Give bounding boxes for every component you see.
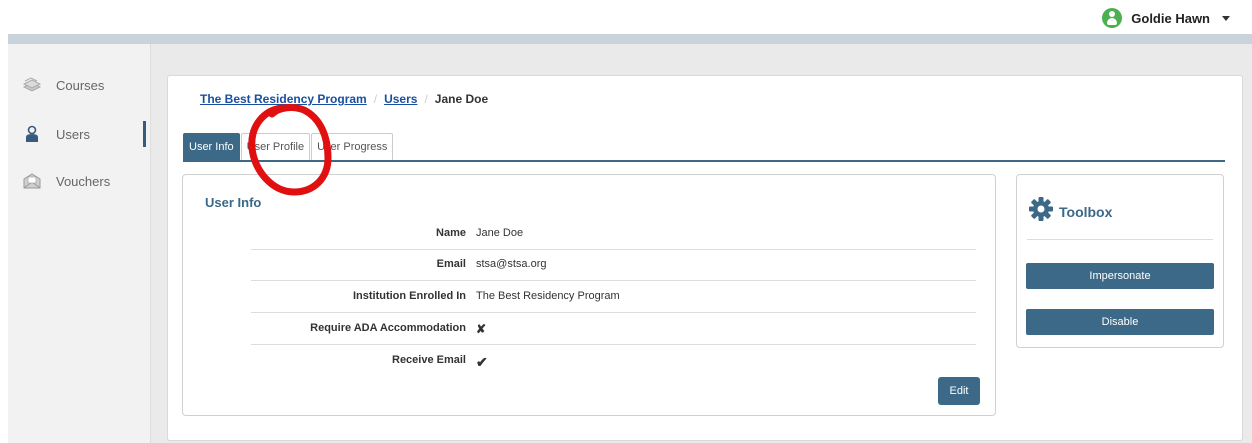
info-row-receive-email: Receive Email ✔ bbox=[251, 345, 976, 376]
sidebar-item-label: Courses bbox=[56, 77, 105, 93]
row-value: The Best Residency Program bbox=[476, 290, 620, 302]
chevron-down-icon[interactable] bbox=[1222, 15, 1230, 21]
breadcrumb-separator: / bbox=[424, 92, 428, 106]
header-band bbox=[8, 34, 1252, 44]
sidebar-item-label: Users bbox=[56, 126, 90, 142]
breadcrumb-separator: / bbox=[373, 92, 378, 106]
sidebar-item-users[interactable]: Users bbox=[8, 119, 150, 149]
avatar bbox=[1102, 8, 1123, 28]
top-bar: Goldie Hawn bbox=[0, 0, 1252, 34]
sidebar-item-label: Vouchers bbox=[56, 173, 111, 189]
tab-user-profile[interactable]: User Profile bbox=[240, 133, 311, 160]
impersonate-button[interactable]: Impersonate bbox=[1026, 263, 1214, 289]
disable-button[interactable]: Disable bbox=[1026, 309, 1214, 335]
sidebar-item-courses[interactable]: Courses bbox=[8, 70, 150, 100]
toolbox-card: Toolbox Impersonate Disable bbox=[1016, 174, 1224, 348]
divider bbox=[1027, 239, 1213, 240]
info-row-ada: Require ADA Accommodation ✘ bbox=[251, 313, 976, 345]
toolbox-title: Toolbox bbox=[1059, 203, 1113, 220]
sidebar-item-vouchers[interactable]: Vouchers bbox=[8, 166, 150, 196]
info-row-name: Name Jane Doe bbox=[251, 218, 976, 250]
row-label: Name bbox=[436, 227, 466, 239]
checkmark-icon: ✔ bbox=[476, 354, 488, 370]
books-icon bbox=[22, 75, 42, 95]
tab-user-info[interactable]: User Info bbox=[183, 133, 240, 160]
breadcrumb-users-link[interactable]: Users bbox=[384, 92, 417, 106]
toolbox-header: Toolbox bbox=[1027, 195, 1112, 228]
tab-bar: User Info User Profile User Progress bbox=[183, 133, 394, 160]
breadcrumb-current: Jane Doe bbox=[434, 92, 489, 106]
row-label: Receive Email bbox=[392, 354, 466, 366]
user-icon bbox=[22, 124, 42, 144]
gear-icon bbox=[1027, 195, 1055, 228]
tab-underline bbox=[183, 160, 1225, 162]
user-menu[interactable]: Goldie Hawn bbox=[1102, 7, 1230, 29]
row-label: Require ADA Accommodation bbox=[310, 322, 466, 334]
info-row-institution: Institution Enrolled In The Best Residen… bbox=[251, 281, 976, 313]
row-value: Jane Doe bbox=[476, 227, 524, 239]
tab-user-progress[interactable]: User Progress bbox=[311, 133, 394, 160]
info-row-email: Email stsa@stsa.org bbox=[251, 249, 976, 281]
x-mark-icon: ✘ bbox=[476, 322, 487, 336]
breadcrumb: The Best Residency Program / Users / Jan… bbox=[200, 92, 488, 106]
edit-button[interactable]: Edit bbox=[938, 377, 980, 405]
row-value: stsa@stsa.org bbox=[476, 258, 547, 270]
content-panel: The Best Residency Program / Users / Jan… bbox=[167, 75, 1243, 441]
breadcrumb-program-link[interactable]: The Best Residency Program bbox=[200, 92, 367, 106]
user-info-card: User Info Name Jane Doe Email stsa@stsa.… bbox=[182, 174, 996, 416]
row-label: Email bbox=[436, 258, 466, 270]
row-label: Institution Enrolled In bbox=[352, 290, 466, 302]
sidebar: Courses Users Vouchers bbox=[8, 44, 151, 443]
envelope-icon bbox=[22, 171, 42, 191]
main-content: The Best Residency Program / Users / Jan… bbox=[151, 44, 1252, 443]
card-title: User Info bbox=[205, 195, 262, 210]
user-name: Goldie Hawn bbox=[1131, 10, 1210, 26]
